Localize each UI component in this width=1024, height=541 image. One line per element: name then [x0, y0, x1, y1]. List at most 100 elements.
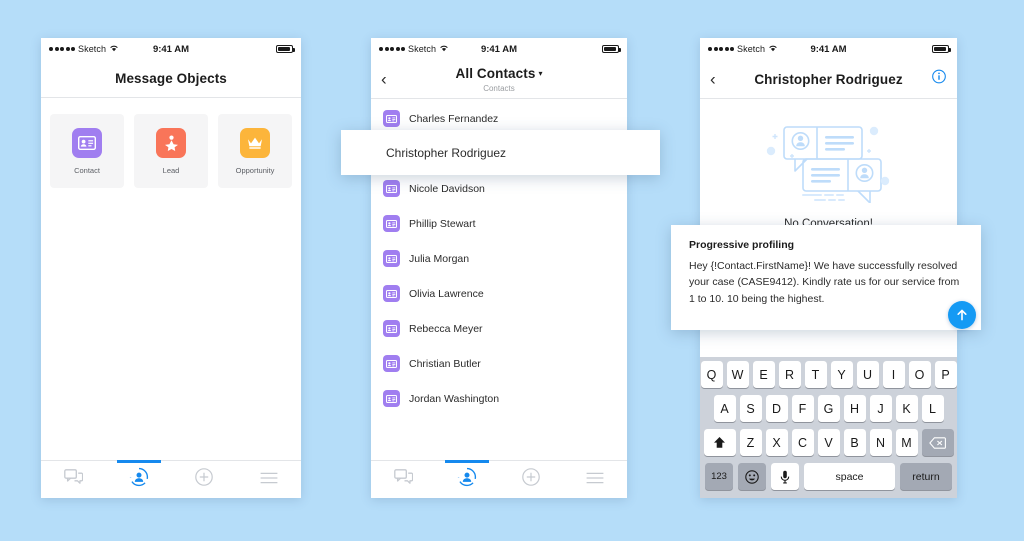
list-item[interactable]: Jordan Washington [371, 381, 627, 416]
key-n[interactable]: N [869, 429, 892, 456]
keyboard-row-3: Z X C V B N M [702, 429, 955, 456]
list-item[interactable]: Olivia Lawrence [371, 276, 627, 311]
phone2-screen: Sketch 9:41 AM ‹ All Contacts▾ Contacts [371, 38, 627, 498]
tab-menu[interactable] [236, 461, 301, 498]
info-icon[interactable] [932, 69, 946, 89]
key-z[interactable]: Z [739, 429, 762, 456]
key-u[interactable]: U [856, 361, 879, 388]
id-card-icon [72, 127, 102, 158]
key-k[interactable]: K [895, 395, 918, 422]
status-bar-left: Sketch [49, 44, 119, 54]
tab-contacts[interactable] [435, 461, 499, 498]
tab-add[interactable] [171, 461, 236, 498]
page-title: Message Objects [115, 71, 227, 86]
page-title: Christopher Rodriguez [754, 71, 903, 87]
highlighted-contact-card[interactable]: Christopher Rodriguez [341, 130, 660, 175]
key-x[interactable]: X [765, 429, 788, 456]
key-v[interactable]: V [817, 429, 840, 456]
phone-message-objects: Sketch 9:41 AM Message Objects Contact L… [41, 38, 301, 498]
key-h[interactable]: H [843, 395, 866, 422]
contact-sync-icon [129, 467, 149, 492]
contact-name: Charles Fernandez [409, 112, 499, 125]
tab-contacts[interactable] [106, 461, 171, 498]
key-j[interactable]: J [869, 395, 892, 422]
arrow-up-icon [957, 309, 967, 321]
chevron-down-icon: ▾ [538, 69, 543, 79]
wifi-icon [439, 44, 449, 54]
contact-name: Julia Morgan [409, 252, 470, 265]
message-composer-card[interactable]: Progressive profiling Hey {!Contact.Firs… [671, 225, 981, 330]
on-screen-keyboard: Q W E R T Y U I O P A S D F G H J K L Z … [700, 357, 957, 498]
key-m[interactable]: M [895, 429, 918, 456]
tab-messages[interactable] [371, 461, 435, 498]
key-w[interactable]: W [726, 361, 749, 388]
key-p[interactable]: P [934, 361, 957, 388]
key-t[interactable]: T [804, 361, 827, 388]
list-item[interactable]: Nicole Davidson [371, 171, 627, 206]
back-button[interactable]: ‹ [381, 71, 387, 88]
key-l[interactable]: L [921, 395, 944, 422]
return-key[interactable]: return [900, 463, 952, 490]
key-e[interactable]: E [752, 361, 775, 388]
page-title: All Contacts [455, 66, 536, 81]
empty-conversation-state: No Conversation! [700, 99, 957, 230]
id-card-icon [383, 110, 400, 127]
key-c[interactable]: C [791, 429, 814, 456]
list-item[interactable]: Phillip Stewart [371, 206, 627, 241]
id-card-icon [383, 285, 400, 302]
key-q[interactable]: Q [700, 361, 723, 388]
key-r[interactable]: R [778, 361, 801, 388]
shift-key[interactable] [703, 429, 736, 456]
key-s[interactable]: S [739, 395, 762, 422]
contact-name: Rebecca Meyer [409, 322, 483, 335]
key-i[interactable]: I [882, 361, 905, 388]
list-item[interactable]: Rebecca Meyer [371, 311, 627, 346]
status-bar-left: Sketch [708, 44, 778, 54]
key-o[interactable]: O [908, 361, 931, 388]
contact-name: Nicole Davidson [409, 182, 485, 195]
status-bar-right [602, 45, 621, 53]
navbar-center: All Contacts ▾ Contacts [456, 65, 543, 93]
no-conversation-illustration [759, 121, 899, 208]
phone2-tabbar [371, 460, 627, 498]
contacts-filter-dropdown[interactable]: All Contacts ▾ [456, 65, 543, 83]
space-key[interactable]: space [804, 463, 895, 490]
backspace-key[interactable] [921, 429, 954, 456]
key-g[interactable]: G [817, 395, 840, 422]
key-y[interactable]: Y [830, 361, 853, 388]
phone-all-contacts: Sketch 9:41 AM ‹ All Contacts▾ Contacts [371, 38, 627, 498]
send-button[interactable] [948, 301, 976, 329]
contact-name: Christopher Rodriguez [386, 145, 507, 160]
crown-icon [240, 127, 270, 158]
battery-icon [932, 45, 951, 53]
key-d[interactable]: D [765, 395, 788, 422]
key-a[interactable]: A [713, 395, 736, 422]
message-body: Hey {!Contact.FirstName}! We have succes… [689, 260, 960, 305]
chat-bubbles-icon [393, 469, 413, 490]
status-bar: Sketch 9:41 AM [41, 38, 301, 60]
microphone-icon[interactable] [771, 463, 799, 490]
carrier-label: Sketch [408, 44, 437, 54]
emoji-key[interactable] [738, 463, 766, 490]
object-card-contact[interactable]: Contact [50, 114, 124, 188]
contact-name: Olivia Lawrence [409, 287, 484, 300]
numbers-key[interactable]: 123 [705, 463, 733, 490]
plus-circle-icon [194, 468, 213, 491]
keyboard-row-1: Q W E R T Y U I O P [700, 361, 957, 388]
tab-messages[interactable] [41, 461, 106, 498]
object-card-label: Lead [162, 165, 180, 175]
hamburger-menu-icon [260, 471, 278, 489]
list-item[interactable]: Christian Butler [371, 346, 627, 381]
object-card-label: Opportunity [235, 165, 275, 175]
list-item[interactable]: Julia Morgan [371, 241, 627, 276]
phone2-navbar: ‹ All Contacts ▾ Contacts [371, 60, 627, 99]
phone1-navbar: Message Objects [41, 60, 301, 98]
back-button[interactable]: ‹ [710, 71, 716, 88]
tab-menu[interactable] [563, 461, 627, 498]
tab-add[interactable] [499, 461, 563, 498]
key-f[interactable]: F [791, 395, 814, 422]
signal-dots-icon [379, 47, 405, 51]
object-card-lead[interactable]: Lead [134, 114, 208, 188]
key-b[interactable]: B [843, 429, 866, 456]
object-card-opportunity[interactable]: Opportunity [218, 114, 292, 188]
